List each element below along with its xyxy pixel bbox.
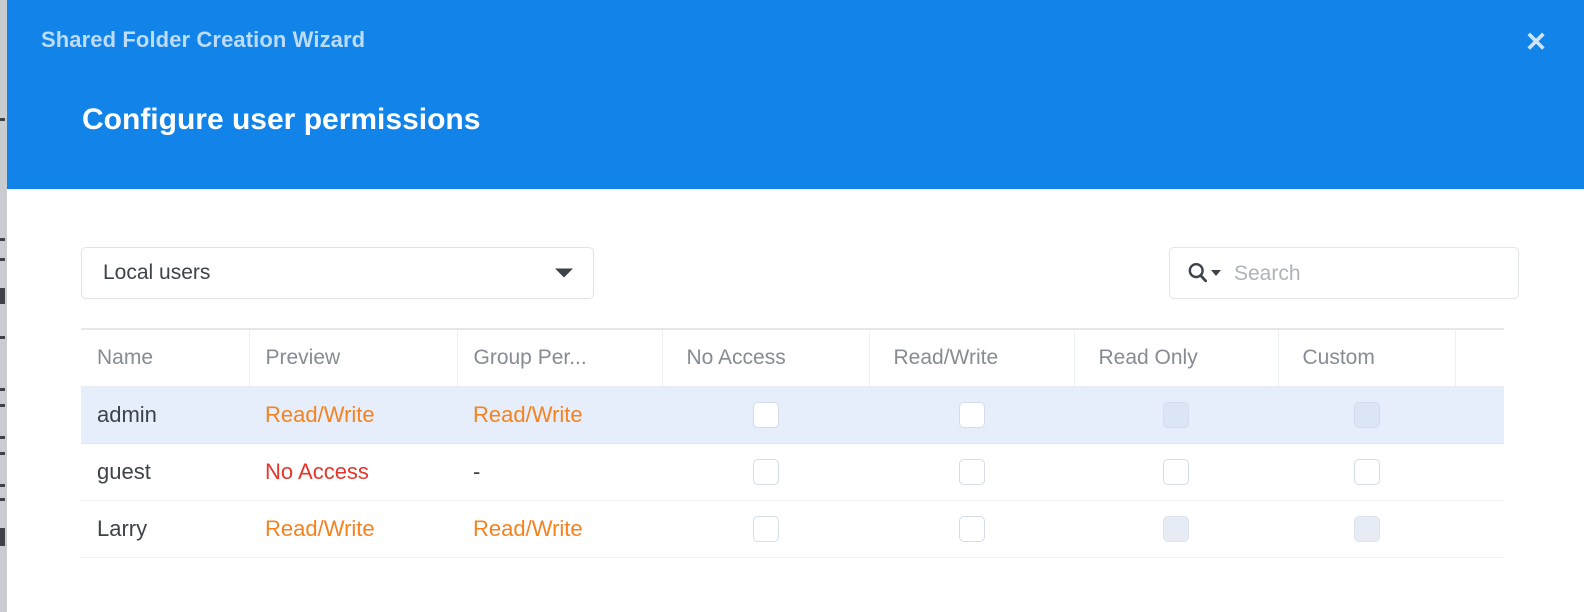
group-permission-value: Read/Write (473, 402, 583, 427)
preview-value: Read/Write (265, 402, 375, 427)
table-row[interactable]: admin Read/Write Read/Write (81, 386, 1504, 443)
column-header-read-write-label: Read/Write (870, 346, 999, 370)
cell-group-permissions: Read/Write (457, 386, 662, 443)
wizard-title: Shared Folder Creation Wizard (41, 27, 365, 53)
background-page-edge (0, 0, 7, 612)
user-scope-dropdown[interactable]: Local users (81, 247, 594, 299)
cell-preview: Read/Write (249, 386, 457, 443)
search-input[interactable] (1232, 248, 1506, 300)
cell-spacer (1455, 386, 1504, 443)
column-header-no-access[interactable]: No Access (662, 329, 869, 386)
group-permission-value: - (473, 459, 480, 484)
search-icon[interactable] (1186, 261, 1221, 285)
cell-no-access[interactable] (662, 386, 869, 443)
column-header-name[interactable]: Name (81, 329, 249, 386)
chevron-down-icon (555, 269, 573, 278)
chevron-down-icon (1211, 270, 1221, 276)
page-title: Configure user permissions (82, 103, 480, 137)
checkbox-no-access[interactable] (753, 402, 779, 428)
column-header-preview-label: Preview (250, 346, 341, 370)
table-row[interactable]: Larry Read/Write Read/Write (81, 500, 1504, 557)
column-header-custom[interactable]: Custom (1278, 329, 1455, 386)
cell-read-only (1074, 386, 1278, 443)
checkbox-no-access[interactable] (753, 459, 779, 485)
table-body: admin Read/Write Read/Write (81, 386, 1504, 557)
cell-no-access[interactable] (662, 500, 869, 557)
cell-spacer (1455, 500, 1504, 557)
column-header-spacer (1455, 329, 1504, 386)
cell-user-name: admin (81, 386, 249, 443)
close-icon[interactable]: ✕ (1518, 24, 1554, 60)
checkbox-read-only (1163, 402, 1189, 428)
table-row[interactable]: guest No Access - (81, 443, 1504, 500)
checkbox-read-write[interactable] (959, 516, 985, 542)
checkbox-read-only (1163, 516, 1189, 542)
column-header-read-only[interactable]: Read Only (1074, 329, 1278, 386)
cell-custom (1278, 500, 1455, 557)
user-scope-selected-label: Local users (103, 261, 210, 285)
cell-read-write[interactable] (869, 500, 1074, 557)
checkbox-custom[interactable] (1354, 459, 1380, 485)
table-toolbar: Local users (7, 247, 1584, 299)
checkbox-read-write[interactable] (959, 459, 985, 485)
cell-preview: Read/Write (249, 500, 457, 557)
cell-custom[interactable] (1278, 443, 1455, 500)
column-header-no-access-label: No Access (663, 346, 786, 370)
preview-value: Read/Write (265, 516, 375, 541)
dialog-header: Shared Folder Creation Wizard ✕ Configur… (7, 0, 1584, 189)
cell-read-write[interactable] (869, 443, 1074, 500)
cell-no-access[interactable] (662, 443, 869, 500)
checkbox-custom (1354, 402, 1380, 428)
group-permission-value: Read/Write (473, 516, 583, 541)
cell-spacer (1455, 443, 1504, 500)
cell-read-write[interactable] (869, 386, 1074, 443)
cell-group-permissions: - (457, 443, 662, 500)
cell-preview: No Access (249, 443, 457, 500)
cell-group-permissions: Read/Write (457, 500, 662, 557)
checkbox-read-only[interactable] (1163, 459, 1189, 485)
cell-user-name: Larry (81, 500, 249, 557)
preview-value: No Access (265, 459, 369, 484)
column-header-name-label: Name (81, 346, 153, 370)
page-root: Shared Folder Creation Wizard ✕ Configur… (0, 0, 1584, 612)
table-header: Name Preview Group Per... No Access Read (81, 329, 1504, 386)
dialog-body: Local users (7, 189, 1584, 612)
table-header-row: Name Preview Group Per... No Access Read (81, 329, 1504, 386)
search-box (1169, 247, 1519, 299)
cell-read-only (1074, 500, 1278, 557)
cell-user-name: guest (81, 443, 249, 500)
checkbox-no-access[interactable] (753, 516, 779, 542)
cell-custom (1278, 386, 1455, 443)
column-header-preview[interactable]: Preview (249, 329, 457, 386)
column-header-custom-label: Custom (1279, 346, 1375, 370)
cell-read-only[interactable] (1074, 443, 1278, 500)
checkbox-custom (1354, 516, 1380, 542)
column-header-group-permissions[interactable]: Group Per... (457, 329, 662, 386)
column-header-read-write[interactable]: Read/Write (869, 329, 1074, 386)
checkbox-read-write[interactable] (959, 402, 985, 428)
shared-folder-creation-wizard-dialog: Shared Folder Creation Wizard ✕ Configur… (7, 0, 1584, 612)
user-permissions-table: Name Preview Group Per... No Access Read (81, 328, 1504, 558)
column-header-group-permissions-label: Group Per... (458, 346, 587, 370)
column-header-read-only-label: Read Only (1075, 346, 1198, 370)
